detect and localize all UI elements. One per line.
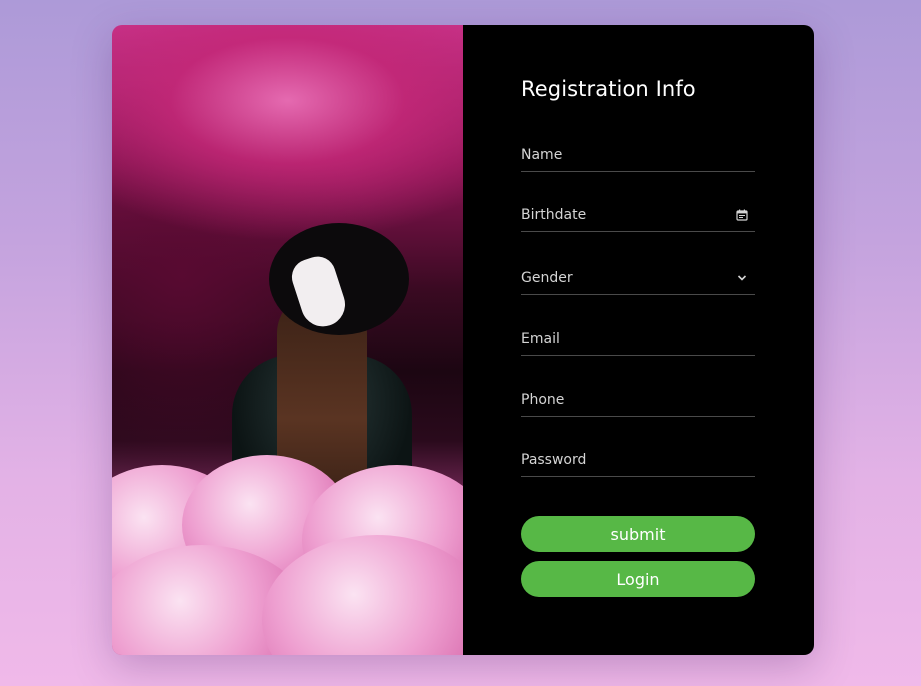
login-button[interactable]: Login bbox=[521, 561, 755, 597]
gender-select-placeholder: Gender bbox=[521, 269, 573, 286]
email-field[interactable]: Email bbox=[521, 322, 755, 356]
calendar-icon[interactable] bbox=[735, 208, 749, 222]
name-field-placeholder: Name bbox=[521, 146, 563, 163]
registration-form: Registration Info Name Birthdate Gender bbox=[463, 25, 814, 655]
gender-select[interactable]: Gender bbox=[521, 261, 755, 295]
email-field-placeholder: Email bbox=[521, 330, 560, 347]
hero-photo bbox=[112, 25, 463, 655]
password-field[interactable]: Password bbox=[521, 443, 755, 477]
phone-field[interactable]: Phone bbox=[521, 383, 755, 417]
registration-card: Registration Info Name Birthdate Gender bbox=[112, 25, 814, 655]
birthdate-field-placeholder: Birthdate bbox=[521, 206, 587, 223]
phone-field-placeholder: Phone bbox=[521, 391, 565, 408]
form-title: Registration Info bbox=[521, 77, 696, 101]
password-field-placeholder: Password bbox=[521, 451, 587, 468]
chevron-down-icon[interactable] bbox=[735, 271, 749, 285]
submit-button[interactable]: submit bbox=[521, 516, 755, 552]
birthdate-field[interactable]: Birthdate bbox=[521, 198, 755, 232]
name-field[interactable]: Name bbox=[521, 138, 755, 172]
